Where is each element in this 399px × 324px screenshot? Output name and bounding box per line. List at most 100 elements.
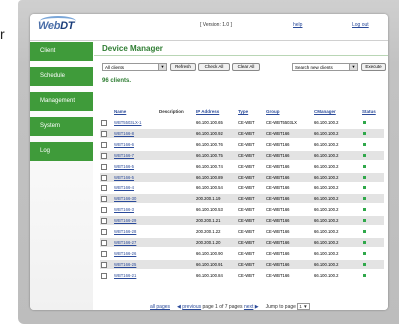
sidebar-item-management[interactable]: Management [30, 92, 93, 111]
device-name-link[interactable]: WBT166-6 [114, 140, 134, 149]
device-group: CE-WBT166 [266, 229, 290, 234]
device-type: CE-WBT [238, 185, 255, 191]
device-name-link[interactable]: WBT166-25 [114, 260, 136, 269]
column-header-cmanager[interactable]: CManager [314, 109, 336, 114]
chevron-down-icon[interactable]: ▼ [158, 64, 166, 70]
column-header-type[interactable]: Type [238, 109, 248, 114]
jump-page-select[interactable]: 1 ▼ [297, 303, 310, 310]
previous-link[interactable]: previous [182, 304, 201, 310]
device-cmanager: 66.100.100.2 [314, 130, 339, 136]
table-row: WBT166-6 66.100.100.76 CE-WBT CE-WBT166 66.1… [100, 140, 384, 149]
sidebar: Client Schedule Management System Log [30, 41, 93, 310]
row-checkbox[interactable] [101, 196, 107, 203]
device-name-link[interactable]: WBT166-3 [114, 205, 134, 214]
device-ip: 66.100.100.84 [196, 272, 223, 278]
device-group: CE-WBT166 [266, 185, 290, 191]
column-header-status[interactable]: Status [362, 109, 376, 114]
sidebar-item-system[interactable]: System [30, 117, 93, 136]
device-cmanager: 66.100.100.2 [314, 250, 339, 256]
column-header-ip[interactable]: IP Address [196, 109, 219, 114]
row-checkbox[interactable] [101, 120, 107, 126]
device-group: CE-WBT166 [266, 272, 290, 278]
device-ip: 200.200.1.20 [196, 239, 221, 245]
refresh-button[interactable]: Refresh [170, 63, 196, 71]
table-row: WBT166-5 66.100.100.74 CE-WBT CE-WBT166 66.1… [100, 162, 384, 171]
next-link[interactable]: next [244, 304, 253, 310]
client-count: 96 clients. [102, 78, 132, 84]
sidebar-item-log[interactable]: Log [30, 142, 93, 161]
device-ip: 66.100.100.89 [196, 174, 223, 180]
column-header-description: Description [159, 109, 184, 114]
row-checkbox[interactable] [101, 130, 107, 137]
row-checkbox[interactable] [101, 207, 107, 214]
status-indicator-icon [363, 142, 366, 146]
status-indicator-icon [363, 175, 366, 179]
device-name-link[interactable]: WBT166-29 [114, 216, 136, 225]
row-checkbox[interactable] [101, 239, 107, 246]
device-type: CE-WBT [238, 239, 255, 245]
device-name-link[interactable]: WBT166-7 [114, 151, 134, 160]
row-checkbox[interactable] [101, 163, 107, 170]
previous-arrow-icon[interactable]: ◀ [177, 304, 181, 310]
device-name-link[interactable]: WBT5503LX-1 [114, 118, 141, 127]
row-checkbox[interactable] [101, 229, 107, 235]
device-name-link[interactable]: WBT166-5 [114, 173, 134, 182]
device-name-link[interactable]: WBT166-4 [114, 183, 134, 192]
row-checkbox[interactable] [101, 141, 107, 148]
row-checkbox[interactable] [101, 261, 107, 268]
chevron-down-icon[interactable]: ▼ [349, 64, 357, 70]
device-cmanager: 66.100.100.2 [314, 261, 339, 267]
device-type: CE-WBT [238, 163, 255, 169]
jump-page-value: 1 [299, 304, 302, 309]
row-checkbox[interactable] [101, 174, 107, 181]
row-checkbox[interactable] [101, 152, 107, 159]
device-ip: 66.100.100.75 [196, 152, 223, 158]
device-group: CE-WBT166 [266, 207, 290, 213]
all-pages-link[interactable]: all pages [150, 304, 170, 310]
search-clients-value: Search new clients [295, 65, 333, 70]
device-name-link[interactable]: WBT166-21 [114, 271, 136, 280]
clear-all-button[interactable]: Clear All [232, 63, 260, 71]
execute-button[interactable]: Execute [361, 63, 386, 71]
client-filter-select[interactable]: All clients ▼ [102, 63, 167, 71]
device-cmanager: 66.100.100.2 [314, 141, 339, 147]
device-ip: 66.100.100.92 [196, 130, 223, 136]
column-header-group[interactable]: Group [266, 109, 280, 114]
row-checkbox[interactable] [101, 250, 107, 257]
check-all-button[interactable]: Check All [198, 63, 230, 71]
table-row: WBT166-3 66.100.100.53 CE-WBT CE-WBT166 66.1… [100, 205, 384, 214]
row-checkbox[interactable] [101, 185, 107, 192]
help-link[interactable]: help [293, 22, 302, 28]
version-label: [ Version: 1.0 ] [200, 22, 232, 28]
device-name-link[interactable]: WBT166-5 [114, 162, 134, 171]
device-cmanager: 66.100.100.2 [314, 272, 339, 278]
logout-link[interactable]: Log out [352, 22, 369, 28]
device-type: CE-WBT [238, 141, 255, 147]
device-group: CE-WBT166 [266, 163, 290, 169]
device-type: CE-WBT [238, 272, 255, 278]
device-ip: 66.100.100.90 [196, 250, 223, 256]
search-clients-select[interactable]: Search new clients ▼ [292, 63, 358, 71]
status-indicator-icon [363, 186, 366, 190]
device-name-link[interactable]: WBT166-8 [114, 129, 134, 138]
table-row: WBT166-29 200.200.1.21 CE-WBT CE-WBT166 66.1… [100, 216, 384, 226]
next-arrow-icon[interactable]: ▶ [255, 304, 259, 310]
device-name-link[interactable]: WBT166-30 [114, 194, 136, 203]
device-ip: 200.200.1.22 [196, 229, 221, 234]
device-cmanager: 66.100.100.2 [314, 174, 339, 180]
device-name-link[interactable]: WBT166-28 [114, 227, 136, 236]
row-checkbox[interactable] [101, 218, 107, 225]
device-cmanager: 66.100.100.2 [314, 163, 339, 169]
device-name-link[interactable]: WBT166-26 [114, 249, 136, 258]
table-row: WBT166-30 200.200.1.19 CE-WBT CE-WBT166 66.1… [100, 194, 384, 204]
device-ip: 66.100.100.53 [196, 207, 223, 213]
device-name-link[interactable]: WBT166-27 [114, 238, 136, 247]
status-indicator-icon [363, 208, 366, 212]
status-indicator-icon [363, 262, 366, 266]
status-indicator-icon [363, 164, 366, 168]
row-checkbox[interactable] [101, 272, 107, 279]
sidebar-item-schedule[interactable]: Schedule [30, 67, 93, 86]
column-header-name[interactable]: Name [114, 109, 126, 114]
sidebar-item-client[interactable]: Client [30, 42, 93, 61]
table-row: WBT166-28 200.200.1.22 CE-WBT CE-WBT166 66.1… [100, 227, 384, 236]
